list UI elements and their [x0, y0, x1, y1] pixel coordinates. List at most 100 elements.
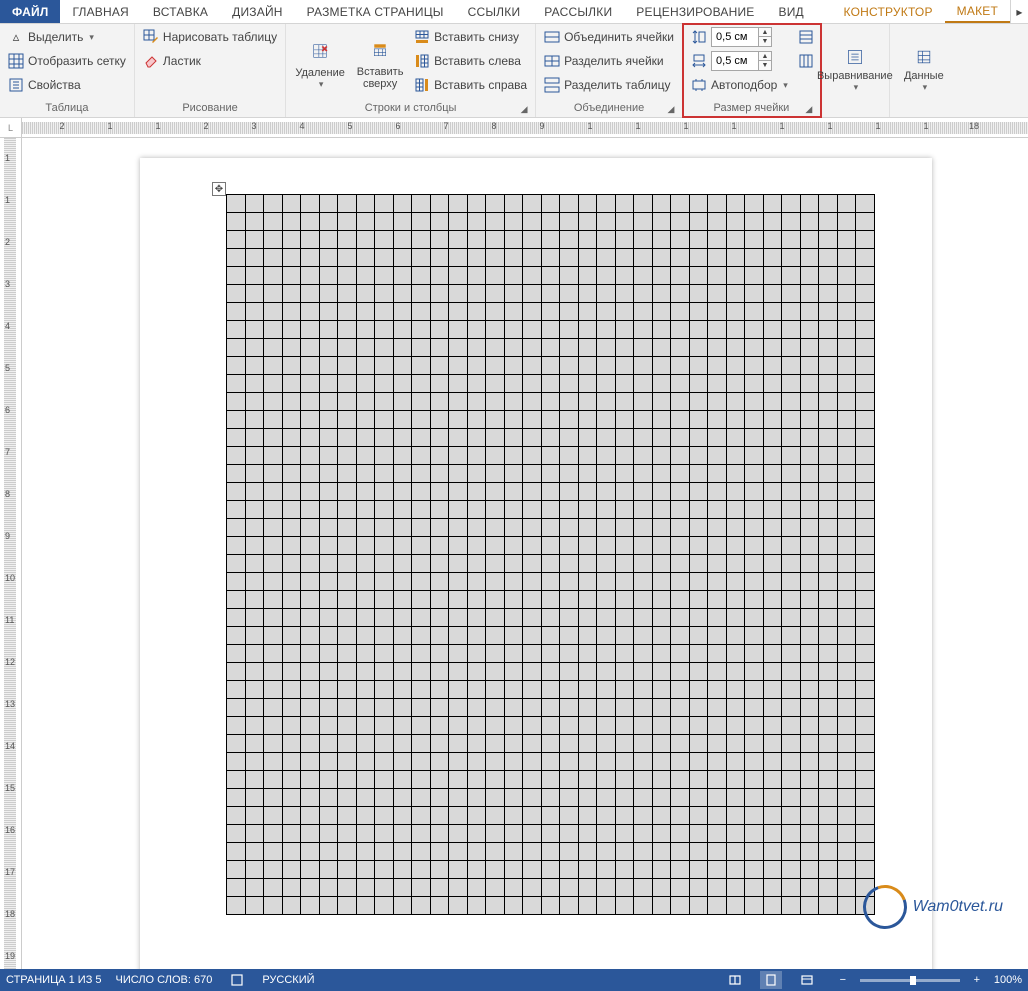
table-cell[interactable] — [504, 789, 523, 807]
table-cell[interactable] — [652, 411, 671, 429]
table-cell[interactable] — [578, 483, 597, 501]
zoom-in-button[interactable]: + — [966, 971, 988, 989]
table-cell[interactable] — [800, 771, 819, 789]
table-cell[interactable] — [467, 537, 486, 555]
table-cell[interactable] — [282, 267, 301, 285]
table-cell[interactable] — [578, 537, 597, 555]
table-cell[interactable] — [393, 843, 412, 861]
table-cell[interactable] — [264, 447, 283, 465]
table-cell[interactable] — [726, 231, 745, 249]
table-cell[interactable] — [819, 411, 838, 429]
table-cell[interactable] — [375, 663, 394, 681]
table-cell[interactable] — [467, 753, 486, 771]
table-cell[interactable] — [745, 897, 764, 915]
table-cell[interactable] — [597, 699, 616, 717]
document-table[interactable] — [226, 194, 875, 915]
table-cell[interactable] — [393, 735, 412, 753]
table-cell[interactable] — [578, 411, 597, 429]
table-cell[interactable] — [837, 591, 856, 609]
table-cell[interactable] — [819, 231, 838, 249]
table-cell[interactable] — [319, 429, 338, 447]
table-cell[interactable] — [430, 555, 449, 573]
table-cell[interactable] — [523, 393, 542, 411]
table-cell[interactable] — [578, 555, 597, 573]
table-cell[interactable] — [375, 645, 394, 663]
table-cell[interactable] — [412, 393, 431, 411]
table-cell[interactable] — [634, 429, 653, 447]
table-cell[interactable] — [319, 609, 338, 627]
table-cell[interactable] — [227, 735, 246, 753]
table-cell[interactable] — [393, 663, 412, 681]
table-cell[interactable] — [504, 195, 523, 213]
table-cell[interactable] — [634, 321, 653, 339]
table-cell[interactable] — [671, 357, 690, 375]
table-cell[interactable] — [763, 735, 782, 753]
table-cell[interactable] — [856, 879, 875, 897]
table-cell[interactable] — [782, 573, 801, 591]
table-cell[interactable] — [541, 321, 560, 339]
table-cell[interactable] — [652, 573, 671, 591]
table-cell[interactable] — [745, 249, 764, 267]
table-cell[interactable] — [597, 609, 616, 627]
table-cell[interactable] — [504, 735, 523, 753]
table-cell[interactable] — [634, 591, 653, 609]
table-cell[interactable] — [578, 663, 597, 681]
table-cell[interactable] — [541, 249, 560, 267]
table-cell[interactable] — [671, 465, 690, 483]
table-cell[interactable] — [560, 897, 579, 915]
table-cell[interactable] — [301, 789, 320, 807]
table-cell[interactable] — [467, 501, 486, 519]
table-cell[interactable] — [301, 735, 320, 753]
table-cell[interactable] — [449, 447, 468, 465]
table-cell[interactable] — [356, 357, 375, 375]
table-cell[interactable] — [819, 303, 838, 321]
table-cell[interactable] — [745, 753, 764, 771]
table-cell[interactable] — [356, 879, 375, 897]
table-cell[interactable] — [393, 267, 412, 285]
table-cell[interactable] — [245, 231, 264, 249]
table-cell[interactable] — [541, 663, 560, 681]
table-cell[interactable] — [264, 357, 283, 375]
table-cell[interactable] — [837, 483, 856, 501]
table-cell[interactable] — [301, 627, 320, 645]
table-cell[interactable] — [615, 897, 634, 915]
table-cell[interactable] — [671, 267, 690, 285]
table-cell[interactable] — [282, 771, 301, 789]
table-cell[interactable] — [541, 339, 560, 357]
table-cell[interactable] — [301, 573, 320, 591]
table-cell[interactable] — [227, 519, 246, 537]
tab-review[interactable]: РЕЦЕНЗИРОВАНИЕ — [624, 0, 766, 23]
table-cell[interactable] — [819, 645, 838, 663]
table-cell[interactable] — [745, 285, 764, 303]
table-cell[interactable] — [708, 663, 727, 681]
table-cell[interactable] — [856, 321, 875, 339]
table-cell[interactable] — [375, 897, 394, 915]
table-cell[interactable] — [523, 825, 542, 843]
table-cell[interactable] — [634, 627, 653, 645]
table-cell[interactable] — [745, 303, 764, 321]
table-cell[interactable] — [819, 825, 838, 843]
table-cell[interactable] — [745, 645, 764, 663]
web-layout-button[interactable] — [796, 971, 818, 989]
table-cell[interactable] — [338, 231, 357, 249]
table-cell[interactable] — [523, 843, 542, 861]
table-cell[interactable] — [560, 807, 579, 825]
table-cell[interactable] — [726, 789, 745, 807]
table-cell[interactable] — [430, 573, 449, 591]
table-cell[interactable] — [356, 717, 375, 735]
table-cell[interactable] — [837, 411, 856, 429]
table-cell[interactable] — [393, 303, 412, 321]
table-cell[interactable] — [523, 285, 542, 303]
table-cell[interactable] — [301, 663, 320, 681]
table-cell[interactable] — [449, 231, 468, 249]
table-cell[interactable] — [375, 627, 394, 645]
table-cell[interactable] — [578, 519, 597, 537]
table-cell[interactable] — [800, 627, 819, 645]
ruler-vertical[interactable]: 11234567891011121314151617181920 — [0, 138, 22, 969]
table-cell[interactable] — [726, 411, 745, 429]
table-cell[interactable] — [689, 717, 708, 735]
table-cell[interactable] — [597, 789, 616, 807]
table-cell[interactable] — [338, 573, 357, 591]
table-cell[interactable] — [856, 447, 875, 465]
table-cell[interactable] — [745, 771, 764, 789]
